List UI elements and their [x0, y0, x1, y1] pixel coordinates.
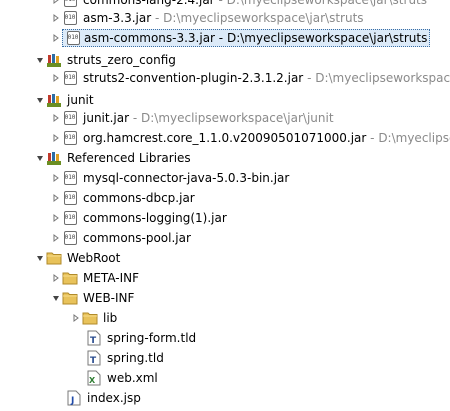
tree-item-label: commons-logging(1).jar	[83, 211, 227, 225]
tree-item-label: spring-form.tld	[107, 331, 197, 345]
expand-arrow-icon[interactable]	[50, 228, 62, 248]
tree-item-web-inf[interactable]: WEB-INF	[50, 288, 134, 308]
tree-item-spring-form-tld[interactable]: T spring-form.tld	[86, 328, 196, 348]
collapse-arrow-icon[interactable]	[34, 248, 46, 268]
tree-item-label: junit	[67, 93, 94, 107]
tree-item-struts-zero-config[interactable]: struts_zero_config	[34, 50, 176, 70]
package-explorer-tree: commons-lang-2.4.jar - D:\myeclipseworks…	[0, 0, 450, 411]
expand-arrow-icon[interactable]	[50, 108, 62, 128]
expand-arrow-icon[interactable]	[70, 308, 82, 328]
jar-icon	[62, 190, 78, 206]
svg-text:T: T	[90, 336, 97, 346]
svg-text:T: T	[90, 356, 97, 366]
tree-item-label: mysql-connector-java-5.0.3-bin.jar	[83, 171, 290, 185]
tree-item-path: - D:\myeclipseworkspace	[307, 71, 450, 85]
tree-item-label: org.hamcrest.core_1.1.0.v20090501071000.…	[83, 131, 367, 145]
tree-item-spring-tld[interactable]: T spring.tld	[86, 348, 164, 368]
tree-item-label: index.jsp	[87, 391, 141, 405]
collapse-arrow-icon[interactable]	[50, 288, 62, 308]
tree-item-label: commons-pool.jar	[83, 231, 191, 245]
collapse-arrow-icon[interactable]	[34, 90, 46, 110]
expand-arrow-icon[interactable]	[50, 68, 62, 88]
jar-icon	[62, 70, 78, 86]
tree-item-hamcrest-jar[interactable]: org.hamcrest.core_1.1.0.v20090501071000.…	[50, 128, 450, 148]
tree-item-label: spring.tld	[107, 351, 164, 365]
tree-item-struts2-convention-jar[interactable]: struts2-convention-plugin-2.3.1.2.jar - …	[50, 68, 450, 88]
jar-icon	[62, 10, 78, 26]
jsp-file-icon: J	[66, 390, 82, 406]
tree-item-meta-inf[interactable]: META-INF	[50, 268, 139, 288]
tree-item-label: lib	[103, 311, 118, 325]
tree-item-asm-jar[interactable]: asm-3.3.jar - D:\myeclipseworkspace\jar\…	[50, 8, 364, 28]
collapse-arrow-icon[interactable]	[34, 148, 46, 168]
tree-item-commons-logging-jar[interactable]: commons-logging(1).jar	[50, 208, 227, 228]
tree-item-path: - D:\myeclipseworkspace\jar\junit	[132, 111, 334, 125]
tree-item-path: - D:\myeclipseworkspace\jar\struts	[154, 11, 364, 25]
folder-icon	[62, 270, 78, 286]
library-container-icon	[46, 52, 62, 68]
tree-item-lib[interactable]: lib	[70, 308, 117, 328]
tree-item-label: asm-3.3.jar	[83, 11, 152, 25]
svg-text:J: J	[70, 396, 74, 406]
tree-item-label: commons-dbcp.jar	[83, 191, 195, 205]
tree-item-commons-pool-jar[interactable]: commons-pool.jar	[50, 228, 191, 248]
expand-arrow-icon[interactable]	[50, 8, 62, 28]
jar-icon	[65, 30, 81, 46]
tree-item-commons-dbcp-jar[interactable]: commons-dbcp.jar	[50, 188, 195, 208]
library-container-icon	[46, 92, 62, 108]
tree-item-label: asm-commons-3.3.jar - D:\myeclipseworksp…	[84, 30, 428, 45]
jar-icon	[62, 0, 78, 8]
tree-item-label: struts_zero_config	[67, 53, 176, 67]
expand-arrow-icon[interactable]	[50, 168, 62, 188]
tree-item-junit-jar[interactable]: junit.jar - D:\myeclipseworkspace\jar\ju…	[50, 108, 334, 128]
folder-icon	[82, 310, 98, 326]
tree-item-referenced-libraries[interactable]: Referenced Libraries	[34, 148, 191, 168]
tree-item-index-jsp[interactable]: J index.jsp	[66, 388, 141, 408]
tree-item-junit[interactable]: junit	[34, 90, 94, 110]
library-container-icon	[46, 150, 62, 166]
tree-item-label: web.xml	[107, 371, 158, 385]
jar-icon	[62, 170, 78, 186]
svg-text:X: X	[89, 376, 96, 385]
tree-item-webroot[interactable]: WebRoot	[34, 248, 120, 268]
jar-icon	[62, 130, 78, 146]
tree-item-label: WebRoot	[67, 251, 121, 265]
tree-item-path: - D:\myeclipsew	[370, 131, 450, 145]
expand-arrow-icon[interactable]	[50, 128, 62, 148]
folder-icon	[46, 250, 62, 266]
tld-file-icon: T	[86, 350, 102, 366]
jar-icon	[62, 230, 78, 246]
folder-icon	[62, 290, 78, 306]
tree-item-label: struts2-convention-plugin-2.3.1.2.jar	[83, 71, 304, 85]
tree-item-label: WEB-INF	[83, 291, 135, 305]
tree-item-mysql-connector-jar[interactable]: mysql-connector-java-5.0.3-bin.jar	[50, 168, 289, 188]
expand-arrow-icon[interactable]	[50, 268, 62, 288]
selected-tree-item: asm-commons-3.3.jar - D:\myeclipseworksp…	[62, 28, 431, 48]
tree-item-label: junit.jar	[83, 111, 130, 125]
jar-icon	[62, 210, 78, 226]
expand-arrow-icon[interactable]	[50, 188, 62, 208]
collapse-arrow-icon[interactable]	[34, 50, 46, 70]
tree-item-asm-commons-jar[interactable]: asm-commons-3.3.jar - D:\myeclipseworksp…	[50, 28, 431, 48]
tld-file-icon: T	[86, 330, 102, 346]
expand-arrow-icon[interactable]	[50, 208, 62, 228]
xml-file-icon: X	[86, 370, 102, 386]
tree-item-web-xml[interactable]: X web.xml	[86, 368, 158, 388]
tree-item-label: META-INF	[83, 271, 140, 285]
tree-item-label: Referenced Libraries	[67, 151, 191, 165]
jar-icon	[62, 110, 78, 126]
expand-arrow-icon[interactable]	[50, 28, 62, 48]
